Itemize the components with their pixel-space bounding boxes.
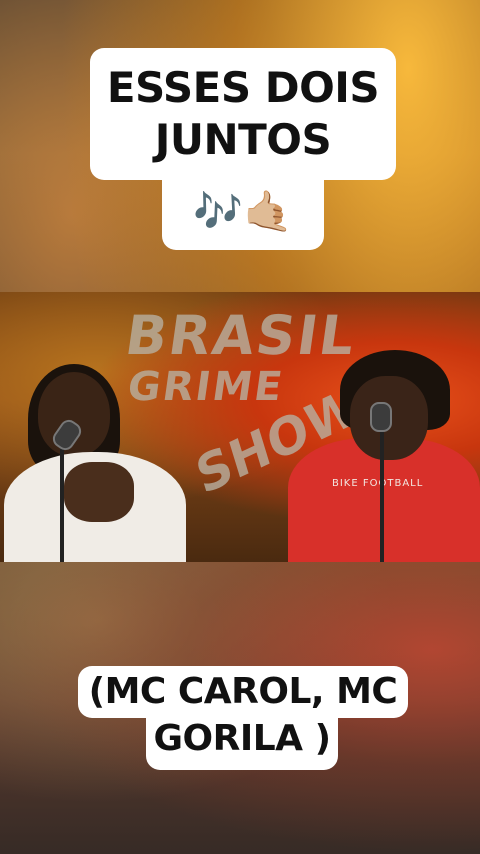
bottom-caption-text-2: GORILA ) — [153, 718, 331, 759]
top-caption: ESSES DOIS JUNTOS — [90, 48, 396, 180]
top-caption-line-1: ESSES DOIS — [106, 63, 380, 112]
show-logo-line-1: BRASIL — [121, 304, 361, 367]
show-logo-line-2: GRIME — [124, 364, 287, 410]
top-caption-line-2: JUNTOS — [154, 115, 332, 164]
performer-left-chest — [64, 462, 134, 522]
music-notes-call-me-emoji: 🎶🤙🏼 — [193, 189, 293, 235]
video-frame[interactable]: BRASIL GRIME SHOW BIKE FOOTBALL — [0, 292, 480, 562]
emoji-caption: 🎶🤙🏼 — [162, 174, 324, 250]
microphone-icon — [370, 402, 392, 432]
bottom-caption-line-2: GORILA ) — [146, 712, 338, 770]
mic-stand-left — [60, 442, 64, 562]
bottom-caption-line-1: (MC CAROL, MC — [78, 666, 408, 718]
shirt-print: BIKE FOOTBALL — [332, 478, 424, 489]
mic-stand-right — [380, 428, 384, 562]
bottom-caption-text-1: (MC CAROL, MC — [88, 671, 398, 712]
